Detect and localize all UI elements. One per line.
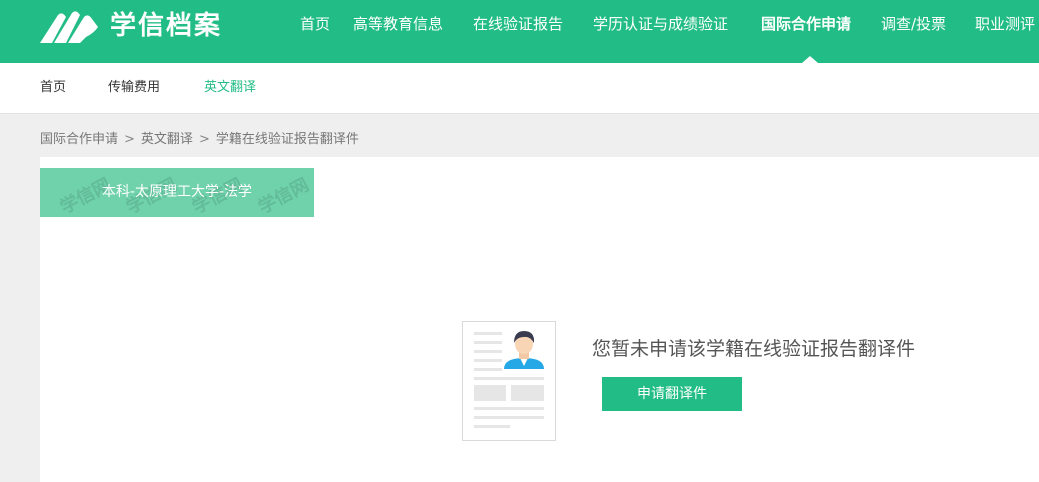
nav-item-international-cooperation[interactable]: 国际合作申请 — [761, 14, 851, 34]
breadcrumb-separator: > — [198, 132, 210, 147]
subnav-item-transfer-fee[interactable]: 传输费用 — [108, 79, 160, 97]
document-person-icon — [462, 321, 556, 441]
breadcrumb-international-cooperation[interactable]: 国际合作申请 — [40, 132, 118, 147]
breadcrumb-separator: > — [124, 132, 135, 147]
nav-item-career-assessment[interactable]: 职业测评 — [975, 14, 1035, 34]
breadcrumb-english-translation[interactable]: 英文翻译 — [141, 132, 193, 147]
empty-state-message: 您暂未申请该学籍在线验证报告翻译件 — [592, 338, 916, 360]
record-tab[interactable]: 学信网 学信网 学信网 学信网 本科-太原理工大学-法学 — [40, 168, 314, 217]
apply-translation-button[interactable]: 申请翻译件 — [602, 377, 742, 411]
content-panel: 学信网 学信网 学信网 学信网 本科-太原理工大学-法学 您暂未申请该学籍在线验… — [40, 157, 1039, 482]
nav-item-home[interactable]: 首页 — [300, 14, 330, 34]
nav-item-survey-vote[interactable]: 调查/投票 — [881, 14, 946, 34]
active-nav-indicator — [802, 56, 818, 63]
main-nav: 首页 高等教育信息 在线验证报告 学历认证与成绩验证 国际合作申请 调查/投票 … — [0, 0, 1039, 63]
nav-item-higher-education-info[interactable]: 高等教育信息 — [353, 14, 443, 34]
subnav-item-home[interactable]: 首页 — [40, 79, 66, 97]
breadcrumb: 国际合作申请 > 英文翻译 > 学籍在线验证报告翻译件 — [40, 131, 359, 149]
subnav-item-english-translation[interactable]: 英文翻译 — [204, 79, 256, 97]
nav-item-degree-certification[interactable]: 学历认证与成绩验证 — [593, 14, 728, 34]
nav-item-online-verification-report[interactable]: 在线验证报告 — [473, 14, 563, 34]
breadcrumb-current-page: 学籍在线验证报告翻译件 — [215, 132, 359, 147]
record-tab-label: 本科-太原理工大学-法学 — [101, 184, 253, 200]
sub-nav: 首页 传输费用 英文翻译 — [0, 63, 1039, 114]
top-header: 学信档案 首页 高等教育信息 在线验证报告 学历认证与成绩验证 国际合作申请 调… — [0, 0, 1039, 63]
